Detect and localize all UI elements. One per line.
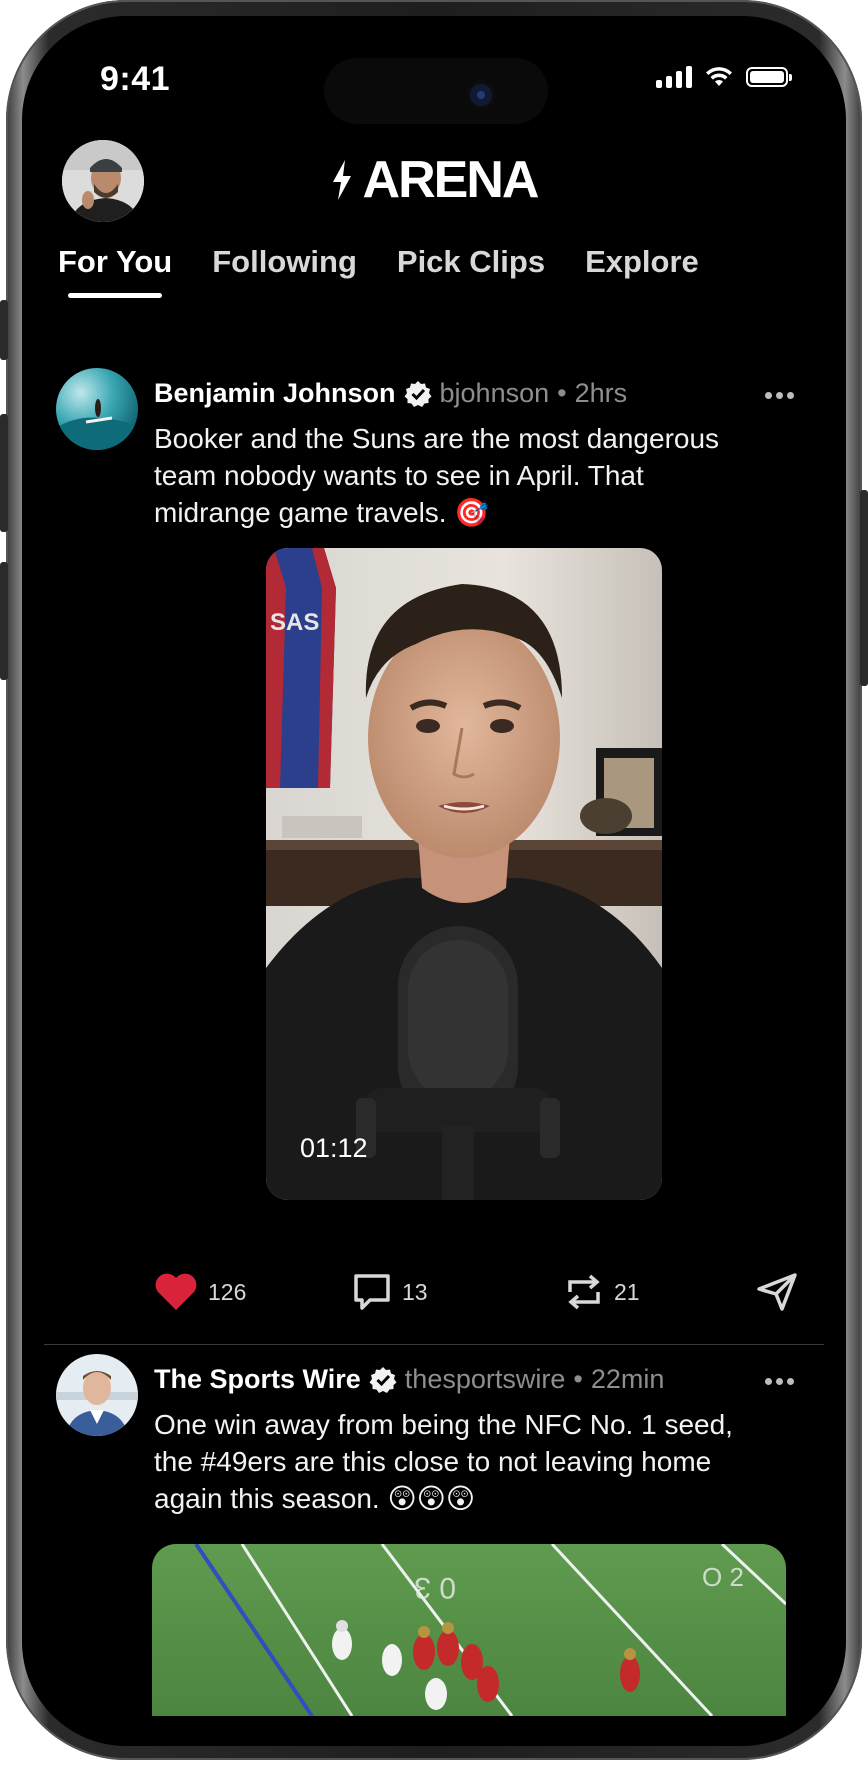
status-bar: 9:41 [22,16,846,126]
post-time: 2hrs [574,378,628,408]
comment-icon [354,1274,390,1310]
signal-icon [656,66,692,88]
status-time: 9:41 [100,60,171,98]
repost-button[interactable]: 21 [564,1272,640,1312]
tab-following[interactable]: Following [212,244,357,298]
football-field-image: 0 3 O 2 [152,1544,786,1716]
power-button [860,490,868,686]
video-duration: 01:12 [300,1133,368,1163]
more-icon[interactable] [765,392,794,399]
like-count: 126 [208,1278,247,1305]
verified-icon [404,380,432,407]
comment-button[interactable]: 13 [352,1272,428,1312]
post-header: Benjamin Johnson bjohnson • 2hrs [154,378,627,409]
wifi-icon [706,67,732,86]
post-header: The Sports Wire thesportswire • 22min [154,1364,664,1395]
separator: • [573,1364,583,1394]
post-time: 22min [590,1364,665,1394]
battery-icon [746,67,792,87]
separator: • [557,378,567,408]
svg-text:0 3: 0 3 [414,1571,456,1604]
like-button[interactable]: 126 [154,1272,246,1312]
dynamic-island [324,58,548,124]
post-text: One win away from being the NFC No. 1 se… [154,1409,733,1514]
author-handle[interactable]: bjohnson [440,378,550,409]
bolt-icon [332,160,351,200]
logo-text: ARENA [362,151,540,209]
author-handle[interactable]: thesportswire [405,1364,566,1395]
post-actions: 126 13 21 [154,1272,804,1320]
post-text: Booker and the Suns are the most dangero… [154,423,720,528]
author-name[interactable]: Benjamin Johnson [154,378,396,409]
verified-icon [369,1366,397,1393]
avatar[interactable] [56,1354,138,1436]
heart-icon [155,1273,197,1310]
svg-text:SAS: SAS [270,609,319,636]
post-divider [44,1344,824,1345]
repost-count: 21 [614,1278,640,1305]
app-header: ARENA [22,126,846,236]
post-image[interactable]: 0 3 O 2 [152,1544,786,1716]
svg-text:O 2: O 2 [702,1562,744,1592]
tab-explore[interactable]: Explore [585,244,699,298]
tab-for-you[interactable]: For You [58,244,172,298]
share-button[interactable] [756,1272,798,1312]
share-icon [757,1273,797,1311]
more-icon[interactable] [765,1378,794,1385]
repost-icon [568,1274,600,1310]
feed-tabs: For You Following Pick Clips Explore [58,244,699,298]
comment-count: 13 [402,1278,428,1305]
volume-down-button [0,562,8,680]
volume-up-button [0,414,8,532]
video-thumbnail: SAS [266,548,662,1200]
silent-switch [0,300,8,360]
author-name[interactable]: The Sports Wire [154,1364,361,1395]
status-icons [656,66,792,88]
tab-pick-clips[interactable]: Pick Clips [397,244,545,298]
front-camera [470,84,492,106]
app-screen: 9:41 ARENA For You Following Pick Clips … [22,16,846,1746]
avatar[interactable] [56,368,138,450]
app-logo: ARENA [22,150,846,210]
video-player[interactable]: SAS 01:12 [266,548,662,1200]
